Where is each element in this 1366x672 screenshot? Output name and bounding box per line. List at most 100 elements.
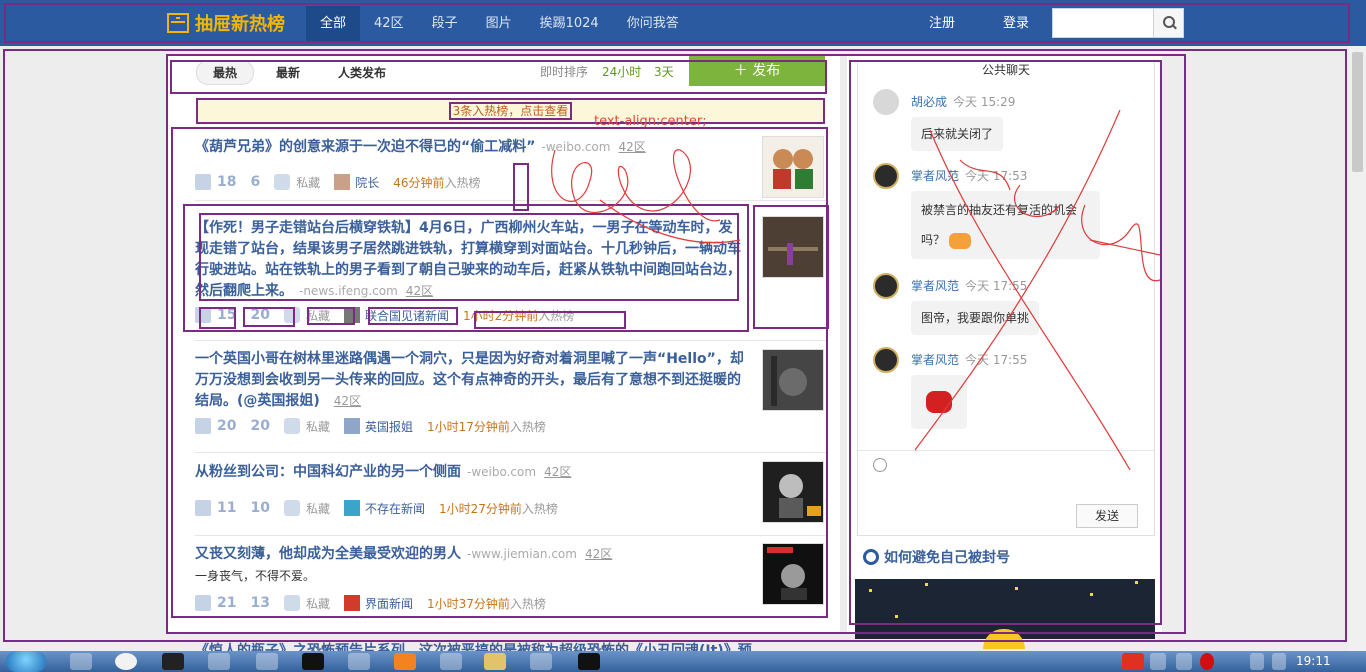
annotation-note: text-align:center;	[594, 114, 707, 129]
chat-username[interactable]: 掌者风范	[911, 169, 959, 183]
thumbs-up-icon	[195, 418, 211, 434]
taskbar-app-icon[interactable]	[348, 653, 370, 670]
banner-image[interactable]	[855, 579, 1155, 649]
star-decoration	[1090, 593, 1093, 596]
taskbar-app-icon[interactable]	[440, 653, 462, 670]
thumbnail-image	[763, 462, 823, 522]
thumbnail-image	[763, 544, 823, 604]
like-button[interactable]: 18	[195, 174, 236, 190]
scrollbar-thumb[interactable]	[1352, 52, 1363, 172]
item-thumbnail[interactable]	[762, 461, 824, 523]
item-thumbnail[interactable]	[762, 136, 824, 198]
item-title-link[interactable]: 【作死！男子走错站台后横穿铁轨】4月6日，广西柳州火车站，一男子在等动车时，发现…	[195, 220, 741, 299]
item-zone-link[interactable]: 42区	[334, 394, 361, 408]
chat-message-header: 胡必成 今天 15:29	[911, 93, 1015, 110]
tray-icon[interactable]	[1150, 653, 1166, 670]
item-zone-link[interactable]: 42区	[544, 465, 571, 479]
avatar[interactable]	[873, 89, 899, 115]
chat-time: 今天 17:53	[965, 169, 1028, 183]
taskbar-clock[interactable]: 19:11	[1296, 654, 1331, 668]
like-button[interactable]: 11	[195, 500, 236, 516]
favorite-button[interactable]: 私藏	[283, 307, 330, 324]
star-decoration	[895, 615, 898, 618]
like-button[interactable]: 21	[195, 595, 236, 611]
like-button[interactable]: 15	[195, 307, 236, 323]
chat-message-header: 掌者风范 今天 17:55	[911, 277, 1027, 294]
sogou-icon[interactable]	[1122, 653, 1144, 670]
comment-button[interactable]: 20	[250, 307, 1126, 323]
item-title-link[interactable]: 又丧又刻薄，他却成为全美最受欢迎的男人	[195, 546, 461, 562]
tab-human-posted[interactable]: 人类发布	[322, 61, 402, 84]
start-button[interactable]	[6, 651, 46, 672]
tray-icon[interactable]	[1176, 653, 1192, 670]
favorite-button[interactable]: 私藏	[283, 500, 330, 517]
heart-icon	[283, 500, 300, 516]
terminal-icon[interactable]	[302, 653, 324, 670]
avatar[interactable]	[873, 163, 899, 189]
author-link[interactable]: 不存在新闻	[343, 500, 425, 517]
taskbar-app-icon[interactable]	[208, 653, 230, 670]
item-meta: 21 13 私藏 界面新闻 1小时37分钟前 入热榜	[195, 594, 1126, 612]
like-button[interactable]: 20	[195, 418, 236, 434]
chrome-icon[interactable]	[115, 653, 137, 670]
page-scrollbar[interactable]	[1349, 46, 1366, 651]
favorite-button[interactable]: 私藏	[283, 595, 330, 612]
publish-button[interactable]: ＋ 发布	[689, 56, 825, 86]
hot-time: 1小时2分钟前 入热榜	[463, 307, 574, 324]
favorite-button[interactable]: 私藏	[283, 418, 330, 435]
magnifier-icon	[863, 549, 879, 565]
avatar[interactable]	[873, 273, 899, 299]
divider	[195, 452, 827, 453]
comment-button[interactable]: 13	[250, 595, 1126, 611]
sort-3days[interactable]: 3天	[654, 63, 674, 80]
comment-button[interactable]: 6	[250, 174, 1126, 190]
record-icon[interactable]	[1200, 653, 1214, 670]
item-title-link[interactable]: 从粉丝到公司：中国科幻产业的另一个侧面	[195, 464, 461, 480]
comment-button[interactable]: 20	[250, 418, 1126, 434]
author-link[interactable]: 联合国见诸新闻	[343, 307, 449, 324]
taskbar-app-icon[interactable]	[256, 653, 278, 670]
tab-hot[interactable]: 最热	[196, 59, 255, 85]
item-thumbnail[interactable]	[762, 543, 824, 605]
network-icon[interactable]	[1250, 653, 1264, 670]
emoji-picker-icon[interactable]	[873, 458, 887, 472]
annotation-box-topbar	[4, 3, 1350, 43]
author-link[interactable]: 界面新闻	[343, 595, 413, 612]
like-count: 18	[217, 174, 237, 190]
item-meta: 20 20 私藏 英国报姐 1小时17分钟前 入热榜	[195, 417, 1126, 435]
terminal-icon[interactable]	[578, 653, 600, 670]
avatar	[343, 418, 360, 434]
tab-newest[interactable]: 最新	[260, 61, 316, 84]
taskbar-app-icon[interactable]	[70, 653, 92, 670]
item-title-link[interactable]: 一个英国小哥在树林里迷路偶遇一个洞穴，只是因为好奇对着洞里喊了一声“Hello”…	[195, 351, 744, 409]
taskbar-app-icon[interactable]	[394, 653, 416, 670]
send-button[interactable]: 发送	[1076, 504, 1138, 528]
pycharm-icon[interactable]	[162, 653, 184, 670]
author-link[interactable]: 英国报姐	[343, 418, 413, 435]
chat-username[interactable]: 掌者风范	[911, 279, 959, 293]
hot-time-value: 1小时2分钟前	[463, 308, 539, 323]
taskbar-app-icon[interactable]	[530, 653, 552, 670]
item-thumbnail[interactable]	[762, 349, 824, 411]
favorite-label: 私藏	[296, 175, 321, 190]
avatar[interactable]	[873, 347, 899, 373]
item-title-link[interactable]: 《葫芦兄弟》的创意来源于一次迫不得已的“偷工减料”	[195, 139, 535, 155]
item-thumbnail[interactable]	[762, 216, 824, 278]
comment-count: 6	[250, 174, 261, 190]
author-link[interactable]: 院长	[334, 174, 379, 191]
author-name: 院长	[355, 175, 380, 190]
volume-icon[interactable]	[1272, 653, 1286, 670]
sort-24h[interactable]: 24小时	[602, 63, 641, 80]
item-zone-link[interactable]: 42区	[406, 284, 433, 298]
author-name: 英国报姐	[364, 419, 413, 434]
folder-icon[interactable]	[484, 653, 506, 670]
chat-username[interactable]: 掌者风范	[911, 353, 959, 367]
favorite-button[interactable]: 私藏	[274, 174, 320, 191]
hot-notice-bar[interactable]: 3条入热榜，点击查看	[196, 98, 825, 124]
comment-button[interactable]: 10	[250, 500, 1126, 516]
thumbs-up-icon	[195, 500, 211, 516]
item-zone-link[interactable]: 42区	[618, 140, 645, 154]
chat-username[interactable]: 胡必成	[911, 95, 947, 109]
item-zone-link[interactable]: 42区	[585, 547, 612, 561]
tip-link[interactable]: 如何避免自己被封号	[863, 547, 1010, 567]
